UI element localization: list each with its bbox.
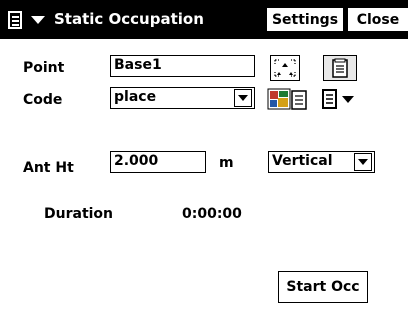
close-button[interactable]: Close bbox=[347, 7, 408, 32]
point-input[interactable]: Base1 bbox=[110, 55, 255, 77]
code-label: Code bbox=[23, 92, 63, 108]
duration-label: Duration bbox=[44, 206, 114, 222]
duration-value: 0:00:00 bbox=[182, 206, 242, 222]
code-value: place bbox=[114, 89, 157, 105]
list-dropdown-icon[interactable] bbox=[320, 86, 360, 112]
settings-button[interactable]: Settings bbox=[266, 7, 344, 32]
ant-ht-unit: m bbox=[219, 155, 234, 171]
list-icon[interactable] bbox=[323, 55, 357, 81]
map-select-icon[interactable] bbox=[270, 55, 300, 81]
code-library-icon[interactable] bbox=[267, 86, 309, 112]
menu-icon[interactable] bbox=[4, 7, 54, 33]
window-title: Static Occupation bbox=[54, 10, 204, 28]
menu-list-glyph bbox=[8, 11, 22, 29]
title-bar: Static Occupation Settings Close bbox=[0, 0, 408, 39]
ant-ht-input[interactable]: 2.000 bbox=[110, 151, 206, 173]
static-occupation-screen: Static Occupation Settings Close Point B… bbox=[0, 0, 408, 310]
ant-method-dropdown-arrow-icon[interactable] bbox=[354, 153, 372, 171]
code-dropdown-arrow-icon[interactable] bbox=[234, 89, 252, 107]
ant-ht-label: Ant Ht bbox=[23, 160, 74, 176]
ant-method-value: Vertical bbox=[272, 153, 333, 169]
start-occupation-button[interactable]: Start Occ bbox=[278, 271, 368, 303]
point-label: Point bbox=[23, 60, 65, 76]
menu-dropdown-arrow-icon bbox=[31, 16, 45, 24]
